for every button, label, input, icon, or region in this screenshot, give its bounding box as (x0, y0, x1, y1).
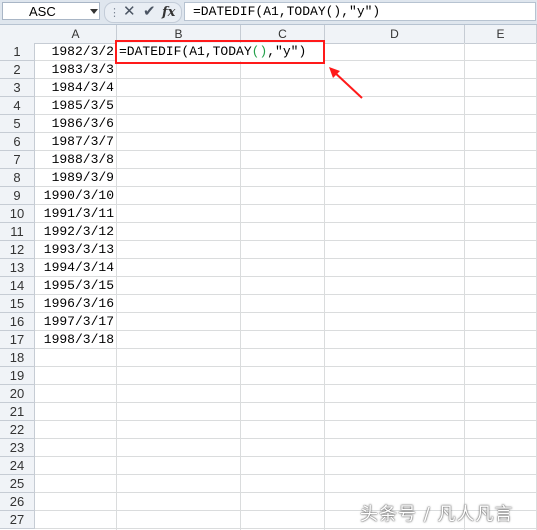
grid-line-horizontal (35, 366, 537, 367)
row-header-9[interactable]: 9 (0, 187, 35, 205)
row-header-24[interactable]: 24 (0, 457, 35, 475)
column-header-a[interactable]: A (35, 25, 117, 43)
row-header-2[interactable]: 2 (0, 61, 35, 79)
row-header-11[interactable]: 11 (0, 223, 35, 241)
row-header-20[interactable]: 20 (0, 385, 35, 403)
row-header-26[interactable]: 26 (0, 493, 35, 511)
formula-bar: ASC ⋮ ✕ ✔ fx =DATEDIF(A1,TODAY(),"y") (0, 0, 537, 25)
row-header-16[interactable]: 16 (0, 313, 35, 331)
cell-a14[interactable]: 1995/3/15 (36, 277, 116, 295)
row-header-21[interactable]: 21 (0, 403, 35, 421)
watermark: 头条号 / 凡人凡言 (360, 504, 514, 525)
cell-a5[interactable]: 1986/3/6 (36, 115, 116, 133)
row-header-8[interactable]: 8 (0, 169, 35, 187)
row-header-19[interactable]: 19 (0, 367, 35, 385)
cell-a6[interactable]: 1987/3/7 (36, 133, 116, 151)
row-header-18[interactable]: 18 (0, 349, 35, 367)
cancel-icon[interactable]: ✕ (123, 2, 136, 21)
cell-a1[interactable]: 1982/3/2 (36, 43, 116, 61)
row-header-7[interactable]: 7 (0, 151, 35, 169)
grid-line-horizontal (35, 384, 537, 385)
highlight-box (115, 40, 325, 64)
formula-input[interactable]: =DATEDIF(A1,TODAY(),"y") (184, 2, 536, 21)
insert-function-icon[interactable]: fx (162, 3, 175, 22)
row-header-5[interactable]: 5 (0, 115, 35, 133)
grip-icon: ⋮ (109, 6, 120, 19)
row-header-4[interactable]: 4 (0, 97, 35, 115)
column-header-d[interactable]: D (325, 25, 465, 43)
enter-check-icon[interactable]: ✔ (143, 2, 156, 21)
row-header-12[interactable]: 12 (0, 241, 35, 259)
grid-line-horizontal (35, 402, 537, 403)
row-header-23[interactable]: 23 (0, 439, 35, 457)
row-header-1[interactable]: 1 (0, 43, 35, 61)
row-header-15[interactable]: 15 (0, 295, 35, 313)
cell-a2[interactable]: 1983/3/3 (36, 61, 116, 79)
cell-a7[interactable]: 1988/3/8 (36, 151, 116, 169)
row-header-6[interactable]: 6 (0, 133, 35, 151)
grid-line-horizontal (35, 420, 537, 421)
grid-line-horizontal (35, 438, 537, 439)
cell-a9[interactable]: 1990/3/10 (36, 187, 116, 205)
row-header-27[interactable]: 27 (0, 511, 35, 529)
row-header-14[interactable]: 14 (0, 277, 35, 295)
grid-line-horizontal (35, 492, 537, 493)
row-header-3[interactable]: 3 (0, 79, 35, 97)
row-header-17[interactable]: 17 (0, 331, 35, 349)
name-box[interactable]: ASC (2, 2, 100, 20)
cell-a13[interactable]: 1994/3/14 (36, 259, 116, 277)
cell-a15[interactable]: 1996/3/16 (36, 295, 116, 313)
cell-a17[interactable]: 1998/3/18 (36, 331, 116, 349)
cell-a16[interactable]: 1997/3/17 (36, 313, 116, 331)
row-header-22[interactable]: 22 (0, 421, 35, 439)
cell-a12[interactable]: 1993/3/13 (36, 241, 116, 259)
row-header-25[interactable]: 25 (0, 475, 35, 493)
row-header-10[interactable]: 10 (0, 205, 35, 223)
cell-a10[interactable]: 1991/3/11 (36, 205, 116, 223)
cell-a8[interactable]: 1989/3/9 (36, 169, 116, 187)
cell-a11[interactable]: 1992/3/12 (36, 223, 116, 241)
cell-a4[interactable]: 1985/3/5 (36, 97, 116, 115)
name-box-dropdown-icon[interactable] (90, 9, 98, 14)
grid-line-horizontal (35, 456, 537, 457)
row-header-13[interactable]: 13 (0, 259, 35, 277)
cell-a3[interactable]: 1984/3/4 (36, 79, 116, 97)
formula-controls: ⋮ ✕ ✔ fx (104, 2, 182, 23)
column-header-e[interactable]: E (465, 25, 537, 43)
grid-line-horizontal (35, 474, 537, 475)
annotation-arrow-icon (329, 67, 363, 99)
grid-line-horizontal (35, 528, 537, 529)
